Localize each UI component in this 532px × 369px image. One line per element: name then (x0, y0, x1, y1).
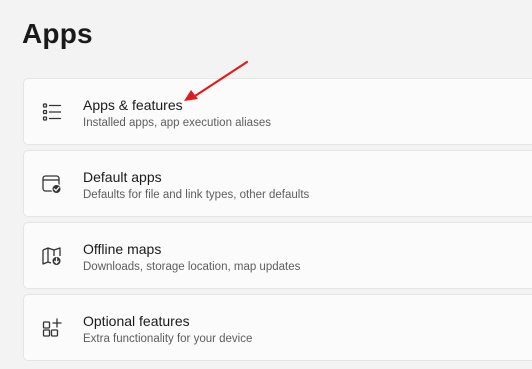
offline-map-icon (41, 245, 63, 267)
settings-item-offline-maps[interactable]: Offline maps Downloads, storage location… (23, 222, 532, 289)
settings-item-title: Optional features (83, 313, 190, 329)
page-title: Apps (22, 18, 93, 49)
settings-item-subtitle: Installed apps, app execution aliases (83, 117, 271, 129)
settings-item-title: Apps & features (83, 97, 183, 113)
settings-item-default-apps[interactable]: Default apps Defaults for file and link … (23, 150, 532, 217)
apps-list-icon (41, 101, 63, 123)
settings-item-subtitle: Defaults for file and link types, other … (83, 189, 310, 201)
settings-item-optional-features[interactable]: Optional features Extra functionality fo… (23, 294, 532, 361)
settings-item-title: Default apps (83, 169, 162, 185)
settings-item-subtitle: Downloads, storage location, map updates (83, 261, 301, 273)
optional-features-icon (41, 317, 63, 339)
settings-item-apps-features[interactable]: Apps & features Installed apps, app exec… (23, 78, 532, 145)
settings-item-title: Offline maps (83, 241, 162, 257)
default-apps-icon (41, 173, 63, 195)
settings-item-subtitle: Extra functionality for your device (83, 333, 253, 345)
